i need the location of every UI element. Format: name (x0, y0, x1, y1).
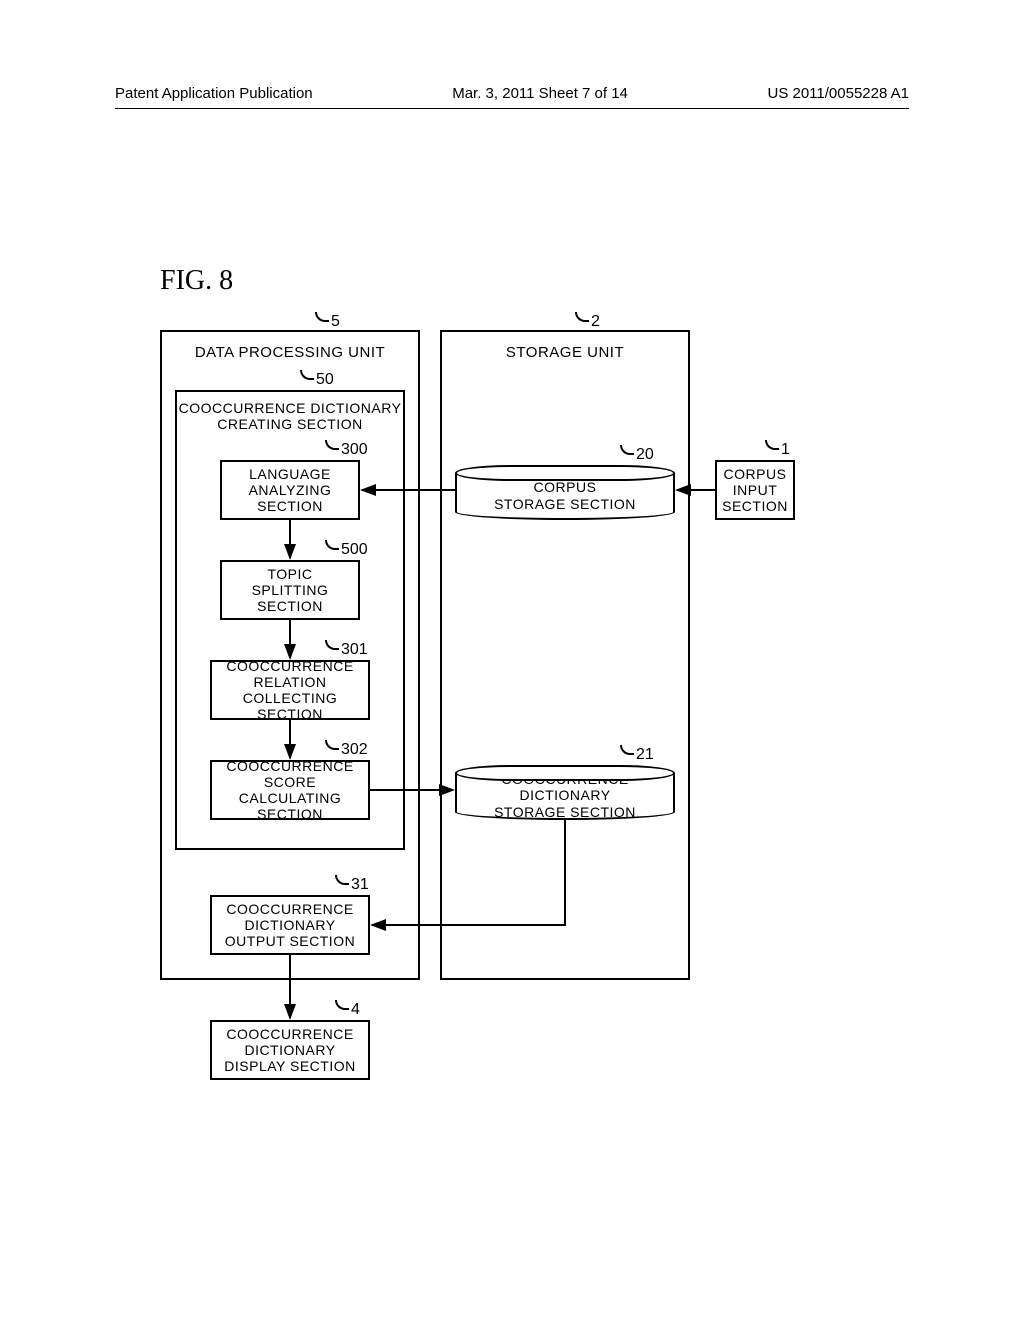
cooccurrence-dictionary-display-section: COOCCURRENCE DICTIONARY DISPLAY SECTION (210, 1020, 370, 1080)
header-left: Patent Application Publication (115, 85, 313, 102)
creating-section-l2: CREATING SECTION (217, 416, 362, 432)
ref-300: 300 (325, 440, 368, 459)
storage-unit: STORAGE UNIT (440, 330, 690, 980)
data-processing-unit-title: DATA PROCESSING UNIT (162, 344, 418, 361)
topic-splitting-section: TOPIC SPLITTING SECTION (220, 560, 360, 620)
ref-21: 21 (620, 745, 654, 764)
language-analyzing-section: LANGUAGE ANALYZING SECTION (220, 460, 360, 520)
ref-31: 31 (335, 875, 369, 894)
corpus-input-section: CORPUS INPUT SECTION (715, 460, 795, 520)
figure-label: FIG. 8 (160, 265, 233, 297)
cooccurrence-dictionary-storage-section: COOCCURRENCE DICTIONARY STORAGE SECTION (455, 765, 675, 820)
cooccurrence-relation-collecting-section: COOCCURRENCE RELATION COLLECTING SECTION (210, 660, 370, 720)
creating-section-l1: COOCCURRENCE DICTIONARY (179, 400, 402, 416)
header-right: US 2011/0055228 A1 (767, 85, 909, 102)
header-rule (115, 108, 909, 109)
ref-2: 2 (575, 312, 600, 331)
ref-301: 301 (325, 640, 368, 659)
storage-unit-title: STORAGE UNIT (442, 344, 688, 361)
page-header: Patent Application Publication Mar. 3, 2… (0, 85, 1024, 102)
diagram-canvas: DATA PROCESSING UNIT 5 STORAGE UNIT 2 CO… (160, 320, 890, 1110)
ref-5: 5 (315, 312, 340, 331)
ref-500: 500 (325, 540, 368, 559)
corpus-storage-section: CORPUS STORAGE SECTION (455, 465, 675, 520)
ref-4: 4 (335, 1000, 360, 1019)
header-center: Mar. 3, 2011 Sheet 7 of 14 (452, 85, 628, 102)
cooccurrence-dictionary-output-section: COOCCURRENCE DICTIONARY OUTPUT SECTION (210, 895, 370, 955)
ref-1: 1 (765, 440, 790, 459)
ref-302: 302 (325, 740, 368, 759)
cooccurrence-score-calculating-section: COOCCURRENCE SCORE CALCULATING SECTION (210, 760, 370, 820)
ref-50: 50 (300, 370, 334, 389)
ref-20: 20 (620, 445, 654, 464)
